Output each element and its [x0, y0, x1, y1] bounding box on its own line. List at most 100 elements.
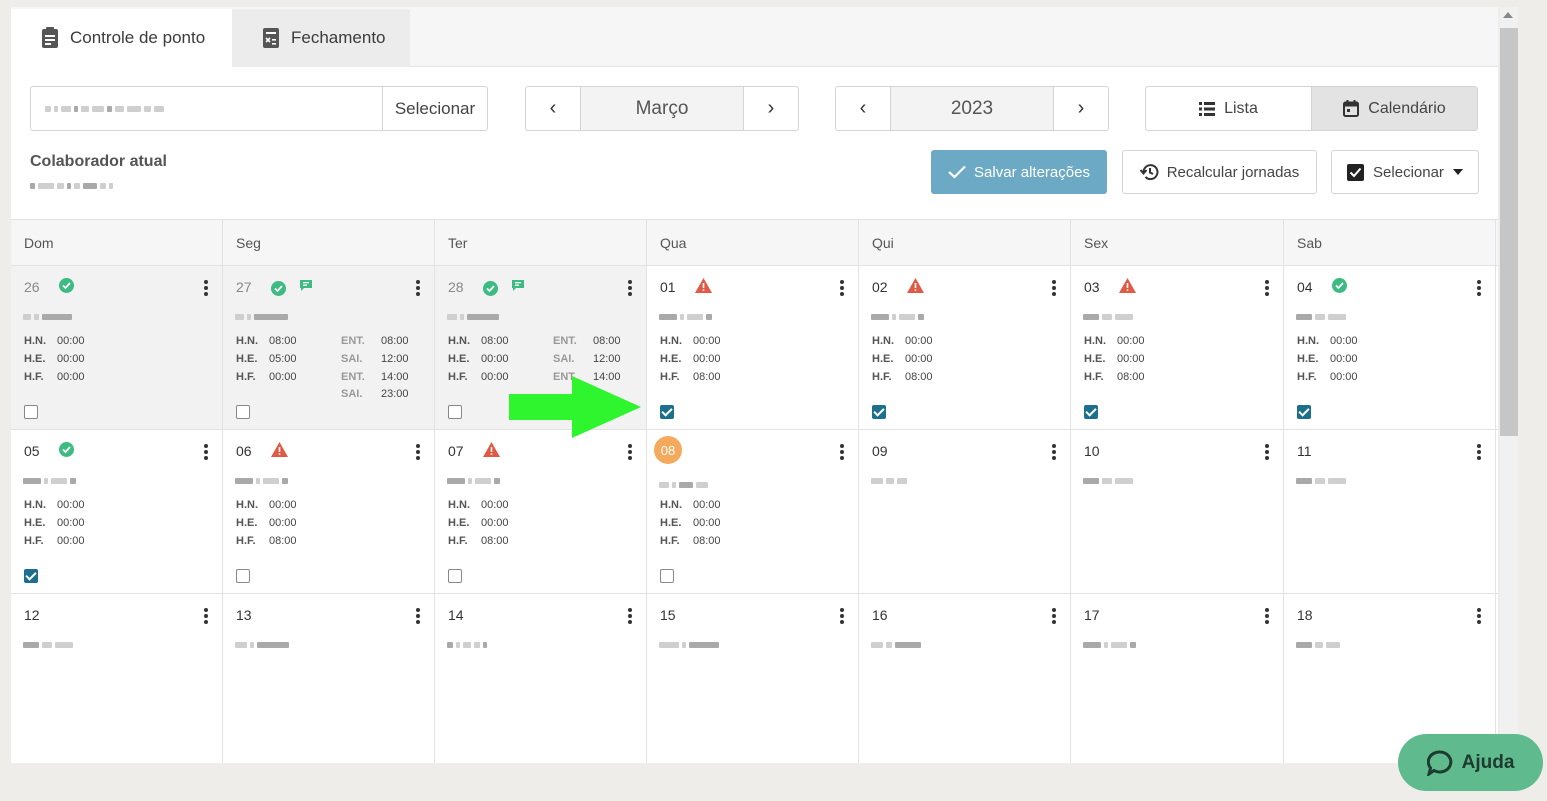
- day-summary-text: [1083, 472, 1136, 490]
- calendar-grid: Dom Seg Ter Qua Qui Sex Sab 26 H.N. 00:00…: [11, 219, 1498, 763]
- chat-bubble-icon: [1426, 750, 1452, 776]
- day-cell-17[interactable]: 17: [1071, 594, 1284, 763]
- day-cell-01[interactable]: 01 H.N. 00:00 H.E. 00:00 H.F. 08:00: [647, 266, 859, 429]
- day-summary-text: [447, 472, 503, 490]
- prev-year-button[interactable]: ‹: [836, 87, 890, 130]
- day-cell-15[interactable]: 15: [647, 594, 859, 763]
- day-cell-07[interactable]: 07 H.N. 00:00 H.E. 00:00 H.F. 08:00: [435, 430, 647, 593]
- day-summary-text: [23, 308, 75, 326]
- more-options-icon[interactable]: [840, 444, 844, 462]
- more-options-icon[interactable]: [1265, 444, 1269, 462]
- save-changes-button[interactable]: Salvar alterações: [931, 150, 1107, 194]
- hours-summary: H.N. 08:00 H.E. 00:00 H.F. 00:00: [448, 335, 509, 383]
- more-options-icon[interactable]: [1477, 444, 1481, 462]
- day-select-checkbox[interactable]: [1297, 405, 1311, 419]
- tab-controle-de-ponto[interactable]: Controle de ponto: [11, 9, 232, 68]
- more-options-icon[interactable]: [1477, 608, 1481, 626]
- scroll-up-arrow-icon[interactable]: [1503, 12, 1513, 18]
- select-dropdown-button[interactable]: Selecionar: [1331, 150, 1479, 194]
- next-year-button[interactable]: ›: [1054, 87, 1108, 130]
- check-icon: [948, 165, 966, 179]
- calendar-view-label: Calendário: [1368, 99, 1446, 117]
- history-icon: [1139, 164, 1159, 181]
- day-cell-26[interactable]: 26 H.N. 00:00 H.E. 00:00 H.F. 00:00: [11, 266, 223, 429]
- day-select-checkbox[interactable]: [236, 569, 250, 583]
- list-view-button[interactable]: Lista: [1146, 87, 1311, 130]
- more-options-icon[interactable]: [1265, 280, 1269, 298]
- more-options-icon[interactable]: [1265, 608, 1269, 626]
- day-select-checkbox[interactable]: [448, 569, 462, 583]
- hours-summary: H.N. 00:00 H.E. 00:00 H.F. 08:00: [236, 499, 297, 547]
- day-cell-05[interactable]: 05 H.N. 00:00 H.E. 00:00 H.F. 00:00: [11, 430, 223, 593]
- more-options-icon[interactable]: [204, 280, 208, 298]
- view-toggle: Lista Calendário: [1145, 86, 1478, 131]
- more-options-icon[interactable]: [204, 444, 208, 462]
- more-options-icon[interactable]: [416, 280, 420, 298]
- scrollbar-thumb[interactable]: [1500, 28, 1518, 436]
- next-month-button[interactable]: ›: [744, 87, 798, 130]
- calculator-sheet-icon: [263, 28, 279, 48]
- warning-icon: [271, 442, 288, 457]
- employee-search-input[interactable]: [31, 87, 382, 130]
- day-number: 15: [660, 607, 676, 623]
- select-employee-button[interactable]: Selecionar: [382, 87, 487, 130]
- more-options-icon[interactable]: [416, 444, 420, 462]
- day-cell-10[interactable]: 10: [1071, 430, 1284, 593]
- day-select-checkbox[interactable]: [660, 569, 674, 583]
- more-options-icon[interactable]: [628, 444, 632, 462]
- employee-selector: Selecionar: [30, 86, 488, 131]
- day-cell-12[interactable]: 12: [11, 594, 223, 763]
- day-cell-03[interactable]: 03 H.N. 00:00 H.E. 00:00 H.F. 08:00: [1071, 266, 1284, 429]
- calendar-view-button[interactable]: Calendário: [1311, 87, 1477, 130]
- day-cell-14[interactable]: 14: [435, 594, 647, 763]
- day-cell-02[interactable]: 02 H.N. 00:00 H.E. 00:00 H.F. 08:00: [859, 266, 1071, 429]
- check-circle-icon: [1332, 278, 1347, 293]
- day-select-checkbox[interactable]: [660, 405, 674, 419]
- day-select-checkbox[interactable]: [448, 405, 462, 419]
- day-cell-27[interactable]: 27 H.N. 08:00 H.E. 05:00 H.F. 00:00 ENT. 08:…: [223, 266, 435, 429]
- more-options-icon[interactable]: [1052, 608, 1056, 626]
- day-select-checkbox[interactable]: [24, 405, 38, 419]
- day-cell-11[interactable]: 11: [1284, 430, 1496, 593]
- more-options-icon[interactable]: [416, 608, 420, 626]
- list-view-label: Lista: [1224, 99, 1258, 117]
- punch-times: ENT. 08:00 SAI. 12:00 ENT. 14:00 SAI. 23:00: [341, 335, 409, 400]
- day-cell-16[interactable]: 16: [859, 594, 1071, 763]
- help-button[interactable]: Ajuda: [1398, 734, 1543, 791]
- weekday-ter: Ter: [435, 220, 647, 265]
- day-select-checkbox[interactable]: [236, 405, 250, 419]
- warning-icon: [483, 442, 500, 457]
- day-select-checkbox[interactable]: [24, 569, 38, 583]
- main-panel: Controle de ponto Fechamento Selecionar …: [11, 7, 1498, 763]
- tab-fechamento[interactable]: Fechamento: [232, 9, 410, 67]
- day-summary-text: [1296, 472, 1349, 490]
- prev-month-button[interactable]: ‹: [526, 87, 580, 130]
- more-options-icon[interactable]: [1477, 280, 1481, 298]
- calendar-week-row: 12 13 14 15 16 17 18: [11, 594, 1498, 763]
- more-options-icon[interactable]: [628, 280, 632, 298]
- day-select-checkbox[interactable]: [872, 405, 886, 419]
- day-number: 17: [1084, 607, 1100, 623]
- day-number: 18: [1297, 607, 1313, 623]
- hours-summary: H.N. 00:00 H.E. 00:00 H.F. 08:00: [660, 335, 721, 383]
- day-cell-06[interactable]: 06 H.N. 00:00 H.E. 00:00 H.F. 08:00: [223, 430, 435, 593]
- more-options-icon[interactable]: [628, 608, 632, 626]
- year-label: 2023: [890, 87, 1054, 130]
- more-options-icon[interactable]: [840, 608, 844, 626]
- check-circle-icon: [271, 281, 286, 296]
- more-options-icon[interactable]: [1052, 444, 1056, 462]
- weekday-qua: Qua: [647, 220, 859, 265]
- calendar-week-row: 05 H.N. 00:00 H.E. 00:00 H.F. 00:00 06 H.N.…: [11, 430, 1498, 594]
- more-options-icon[interactable]: [840, 280, 844, 298]
- day-cell-13[interactable]: 13: [223, 594, 435, 763]
- more-options-icon[interactable]: [204, 608, 208, 626]
- warning-icon: [907, 278, 924, 293]
- day-select-checkbox[interactable]: [1084, 405, 1098, 419]
- day-cell-08[interactable]: 08 H.N. 00:00 H.E. 00:00 H.F. 08:00: [647, 430, 859, 593]
- day-cell-09[interactable]: 09: [859, 430, 1071, 593]
- day-summary-text: [871, 636, 924, 654]
- more-options-icon[interactable]: [1052, 280, 1056, 298]
- day-cell-04[interactable]: 04 H.N. 00:00 H.E. 00:00 H.F. 00:00: [1284, 266, 1496, 429]
- hours-summary: H.N. 00:00 H.E. 00:00 H.F. 08:00: [872, 335, 933, 383]
- recalculate-button[interactable]: Recalcular jornadas: [1122, 150, 1317, 194]
